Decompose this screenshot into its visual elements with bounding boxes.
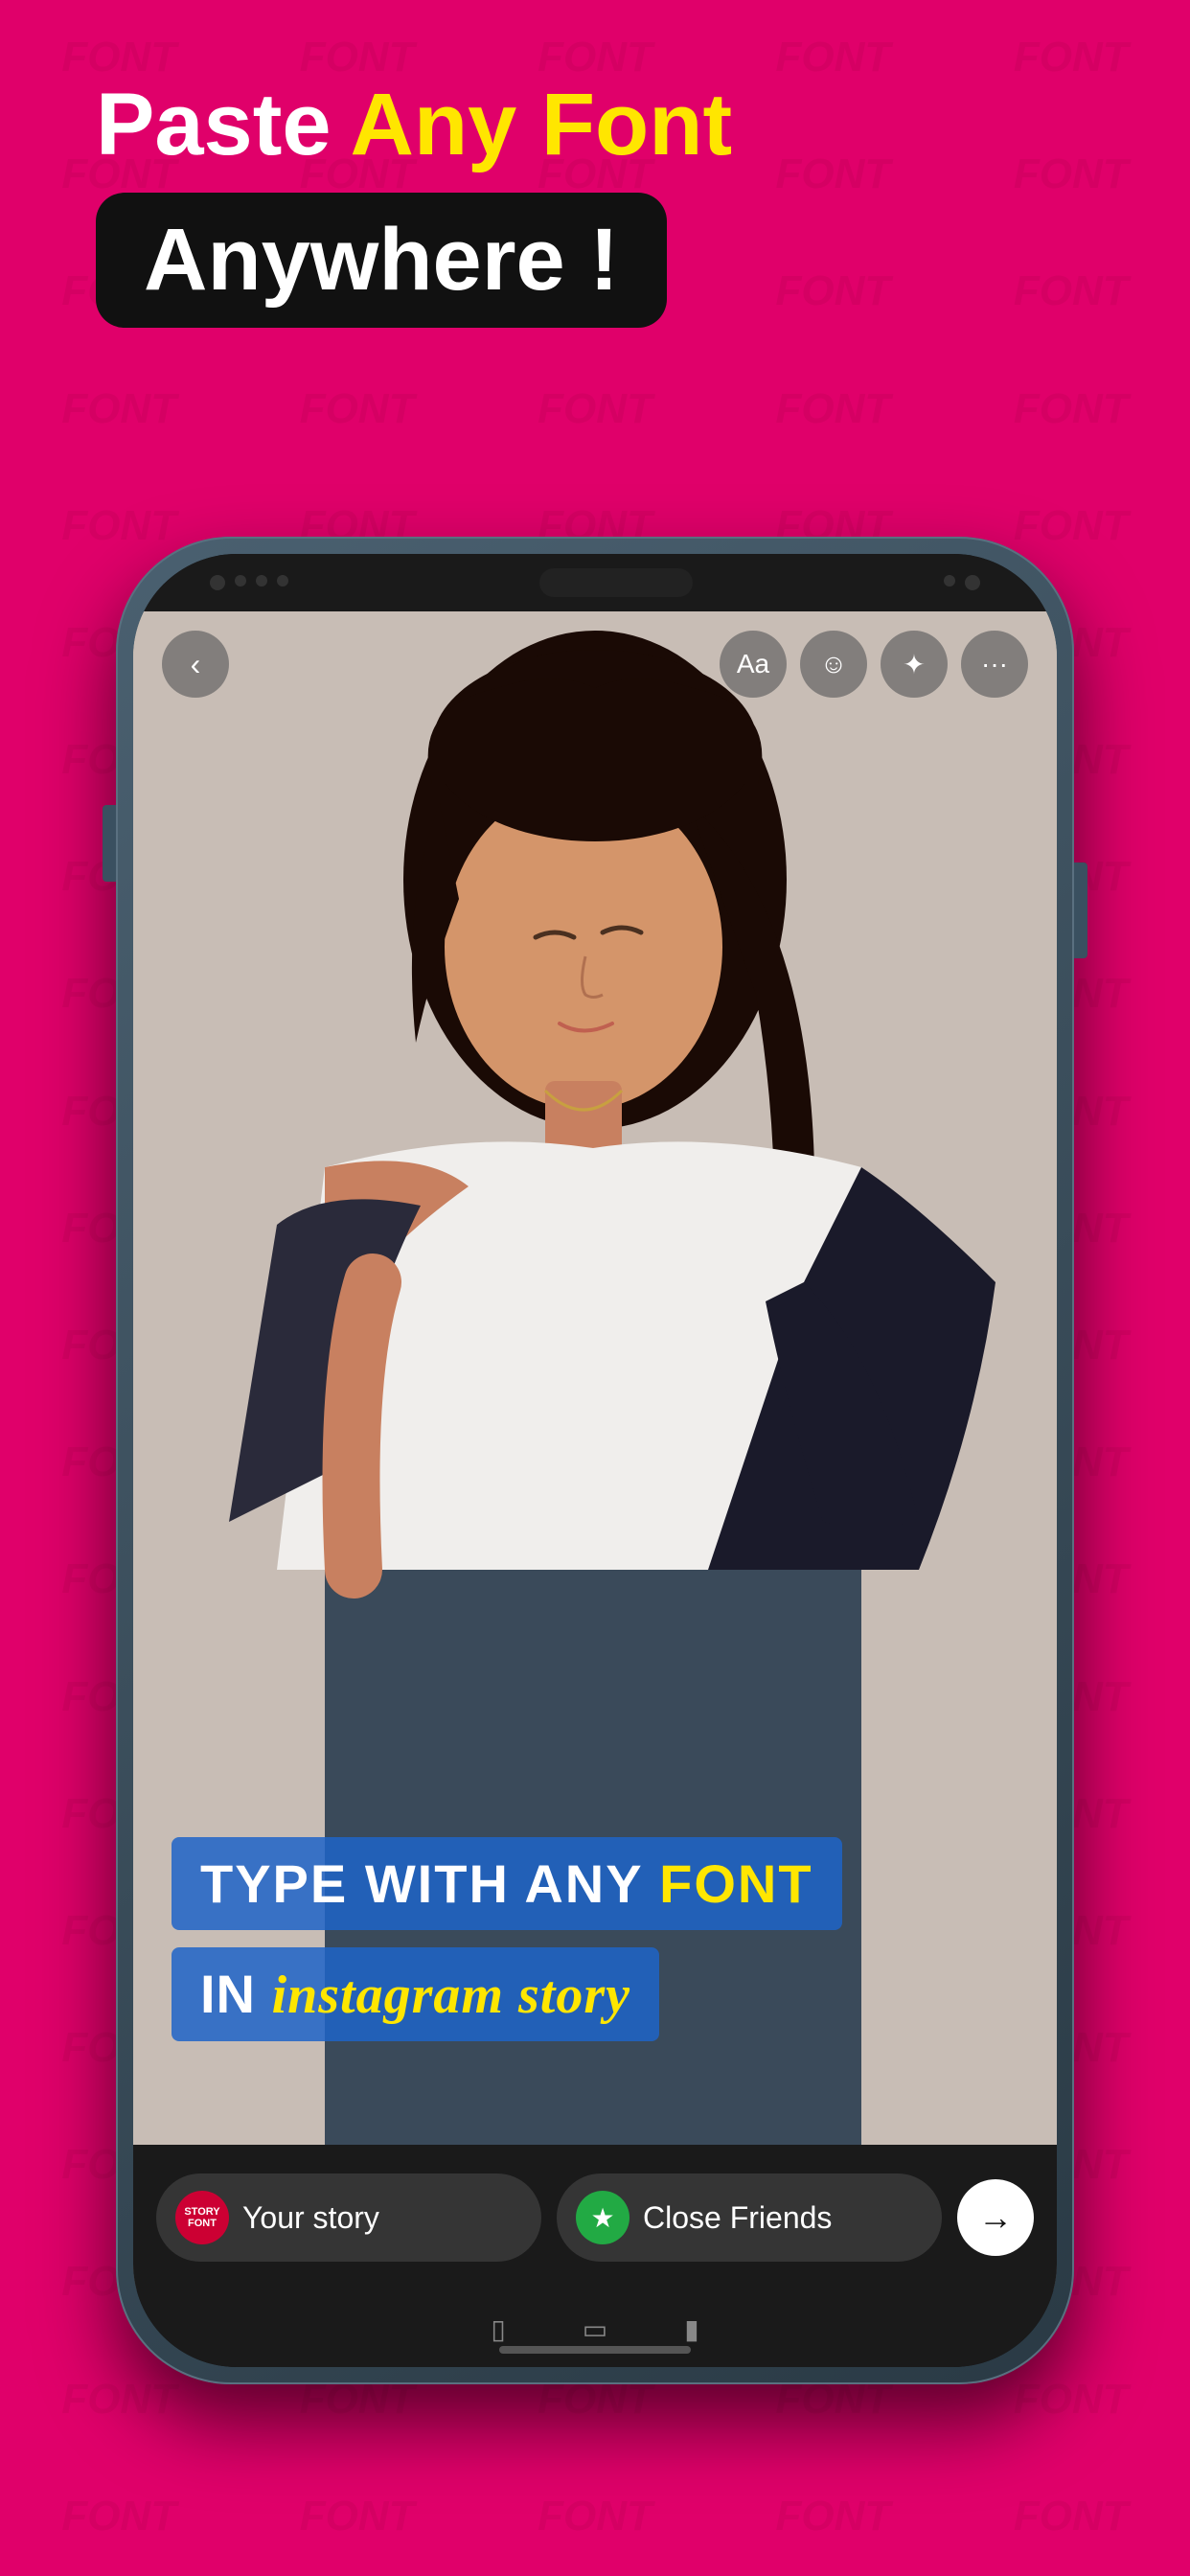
close-friends-icon: ★ <box>576 2191 629 2244</box>
headline-paste: Paste <box>96 77 332 173</box>
close-friends-button[interactable]: ★ Close Friends <box>557 2174 942 2262</box>
story-font-app-icon: STORYFONT <box>175 2191 229 2244</box>
back-icon: ‹ <box>191 647 201 682</box>
home-indicator <box>499 2346 691 2354</box>
phone-top-bar <box>133 554 1057 611</box>
star-symbol: ★ <box>590 2202 614 2234</box>
watermark-cell: FONT <box>476 2459 714 2574</box>
ear-speaker <box>944 575 955 586</box>
watermark-cell: FONT <box>714 2459 951 2574</box>
story-bottom-bar: STORYFONT Your story ★ Close Friends → <box>133 2145 1057 2290</box>
home-nav-icon: ▭ <box>583 2313 607 2345</box>
story-line2: IN instagram story <box>172 1947 659 2041</box>
watermark-cell: FONT <box>714 0 951 115</box>
story-italic-text: instagram story <box>272 1966 630 2025</box>
your-story-button[interactable]: STORYFONT Your story <box>156 2174 541 2262</box>
anywhere-text: Anywhere ! <box>144 211 619 309</box>
story-font-icon-text: STORYFONT <box>184 2206 219 2229</box>
story-line2-text: IN instagram story <box>200 1964 630 2024</box>
story-line1-text: TYPE WITH ANY FONT <box>200 1853 813 1914</box>
phone-outer: ‹ Aa ☺ ✦ ··· <box>116 537 1074 2384</box>
watermark-cell: FONT <box>952 2459 1190 2574</box>
font-tool-button[interactable]: Aa <box>720 631 787 698</box>
headline-any-font: Any Font <box>351 77 733 173</box>
next-button[interactable]: → <box>957 2179 1034 2256</box>
front-camera-dot <box>210 575 225 590</box>
close-friends-label: Close Friends <box>643 2200 832 2236</box>
proximity-sensor <box>965 575 980 590</box>
back-button[interactable]: ‹ <box>162 631 229 698</box>
emoji-icon: ☺ <box>820 649 848 679</box>
emoji-tool-button[interactable]: ☺ <box>800 631 867 698</box>
more-tool-button[interactable]: ··· <box>961 631 1028 698</box>
watermark-cell: FONT <box>0 352 238 467</box>
recents-nav-icon: ▮ <box>684 2313 698 2345</box>
notch-right <box>944 575 980 590</box>
sensor-dot2 <box>256 575 267 586</box>
watermark-cell: FONT <box>952 234 1190 349</box>
watermark-cell: FONT <box>0 2459 238 2574</box>
watermark-cell: FONT <box>952 0 1190 115</box>
watermark-cell: FONT <box>952 352 1190 467</box>
watermark-cell: FONT <box>476 352 714 467</box>
notch-left <box>210 575 288 590</box>
story-text-overlay: TYPE WITH ANY FONT IN instagram story <box>133 1837 1057 2041</box>
watermark-cell: FONT <box>714 117 951 232</box>
font-highlight: FONT <box>659 1853 812 1914</box>
phone-wrapper: ‹ Aa ☺ ✦ ··· <box>116 537 1074 2384</box>
watermark-cell: FONT <box>238 352 475 467</box>
headline: Paste Any Font <box>96 77 732 173</box>
header-section: Paste Any Font Anywhere ! <box>96 77 732 328</box>
story-toolbar: ‹ Aa ☺ ✦ ··· <box>133 631 1057 698</box>
watermark-cell: FONT <box>238 2459 475 2574</box>
anywhere-box: Anywhere ! <box>96 193 667 328</box>
sensor-dot3 <box>277 575 288 586</box>
toolbar-right-icons: Aa ☺ ✦ ··· <box>720 631 1028 698</box>
watermark-cell: FONT <box>714 234 951 349</box>
phone-bottom-bar: ▯ ▭ ▮ <box>133 2290 1057 2367</box>
more-icon: ··· <box>981 649 1008 679</box>
sensor-dot <box>235 575 246 586</box>
your-story-label: Your story <box>242 2200 379 2236</box>
phone-inner: ‹ Aa ☺ ✦ ··· <box>133 554 1057 2367</box>
story-screen: ‹ Aa ☺ ✦ ··· <box>133 611 1057 2290</box>
font-icon: Aa <box>737 649 769 679</box>
speaker-slot <box>539 568 693 597</box>
effects-tool-button[interactable]: ✦ <box>881 631 948 698</box>
effects-icon: ✦ <box>903 649 925 680</box>
back-nav-icon: ▯ <box>491 2313 505 2345</box>
watermark-cell: FONT <box>714 352 951 467</box>
watermark-cell: FONT <box>952 117 1190 232</box>
next-icon: → <box>978 2197 1013 2238</box>
story-line1: TYPE WITH ANY FONT <box>172 1837 842 1930</box>
